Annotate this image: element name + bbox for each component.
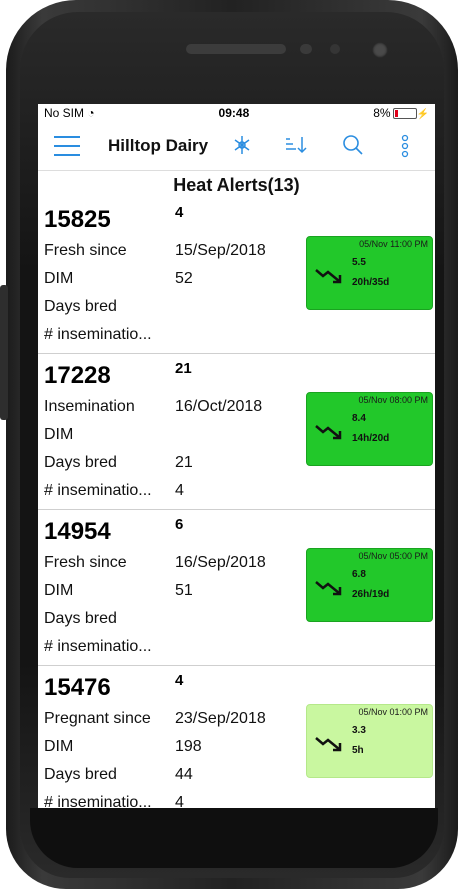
alert-range: 26h/19d: [352, 589, 390, 600]
cow-lactation: 21: [175, 360, 192, 377]
cow-lactation: 4: [175, 204, 184, 221]
info-value: 21: [175, 454, 193, 471]
cow-alert-card[interactable]: 14954 6 Fresh since 16/Sep/2018 DIM 51 Da…: [38, 510, 435, 666]
info-row: Fresh since 15/Sep/2018: [44, 242, 266, 260]
alert-value: 3.3: [352, 725, 366, 736]
info-value: 44: [175, 766, 193, 783]
phone-sensor-2: [330, 44, 340, 54]
trend-down-icon: [315, 269, 342, 284]
phone-sensor: [300, 44, 312, 54]
info-label: Insemination: [44, 398, 135, 415]
cow-id: 17228: [44, 362, 111, 389]
info-row: Days bred: [44, 610, 117, 628]
trend-down-icon: [315, 581, 342, 596]
info-row: # inseminatio... 4: [44, 794, 184, 808]
alert-range: 5h: [352, 745, 364, 756]
info-value: 16/Sep/2018: [175, 554, 266, 571]
alert-list: 15825 4 Fresh since 15/Sep/2018 DIM 52 Da…: [38, 198, 435, 808]
more-options-icon[interactable]: [400, 134, 410, 158]
info-row: # inseminatio...: [44, 326, 152, 344]
alert-value: 8.4: [352, 413, 366, 424]
info-row: DIM 51: [44, 582, 193, 600]
heat-alert-box[interactable]: 05/Nov 05:00 PM 6.8 26h/19d: [306, 548, 433, 622]
info-label: Days bred: [44, 610, 117, 627]
sort-icon[interactable]: [284, 134, 308, 156]
app-screen: No SIM ◔ 09:48 8% ⚡ Hilltop Dairy Heat A…: [38, 104, 435, 808]
info-row: # inseminatio...: [44, 638, 152, 656]
cow-id: 15825: [44, 206, 111, 233]
heat-alerts-title: Heat Alerts(13): [173, 175, 300, 195]
alert-value: 6.8: [352, 569, 366, 580]
info-row: Pregnant since 23/Sep/2018: [44, 710, 266, 728]
info-label: Pregnant since: [44, 710, 151, 727]
cow-lactation: 4: [175, 672, 184, 689]
app-toolbar: Hilltop Dairy: [38, 122, 435, 171]
info-label: Days bred: [44, 454, 117, 471]
info-value: 16/Oct/2018: [175, 398, 263, 415]
info-row: Days bred 44: [44, 766, 193, 784]
battery-icon: [392, 108, 417, 120]
info-row: DIM: [44, 426, 73, 444]
info-label: DIM: [44, 270, 74, 287]
alert-range: 20h/35d: [352, 277, 390, 288]
heat-alert-box[interactable]: 05/Nov 01:00 PM 3.3 5h: [306, 704, 433, 778]
info-row: DIM 52: [44, 270, 193, 288]
info-row: Days bred: [44, 298, 117, 316]
info-label: Fresh since: [44, 242, 127, 259]
info-row: Days bred 21: [44, 454, 193, 472]
info-row: # inseminatio... 4: [44, 482, 184, 500]
trend-down-icon: [315, 737, 342, 752]
hamburger-menu-icon[interactable]: [54, 136, 80, 156]
info-value: 4: [175, 794, 184, 808]
info-row: Fresh since 16/Sep/2018: [44, 554, 266, 572]
heat-alert-box[interactable]: 05/Nov 08:00 PM 8.4 14h/20d: [306, 392, 433, 466]
phone-camera: [372, 42, 388, 58]
info-value: 23/Sep/2018: [175, 710, 266, 727]
info-label: Days bred: [44, 298, 117, 315]
info-value: 4: [175, 482, 184, 499]
info-value: 52: [175, 270, 193, 287]
wifi-icon: ◔: [87, 106, 95, 120]
heat-alert-box[interactable]: 05/Nov 11:00 PM 5.5 20h/35d: [306, 236, 433, 310]
cow-alert-card[interactable]: 17228 21 Insemination 16/Oct/2018 DIM Day…: [38, 354, 435, 510]
alert-range: 14h/20d: [352, 433, 390, 444]
herd-filter-icon[interactable]: [231, 134, 253, 156]
phone-bottom-bezel: [30, 808, 438, 868]
cow-id: 14954: [44, 518, 111, 545]
info-label: # inseminatio...: [44, 326, 152, 343]
phone-side-button: [0, 285, 8, 420]
alert-time: 05/Nov 01:00 PM: [358, 707, 428, 717]
info-label: # inseminatio...: [44, 794, 152, 808]
info-label: # inseminatio...: [44, 482, 152, 499]
alert-time: 05/Nov 05:00 PM: [358, 551, 428, 561]
search-icon[interactable]: [342, 134, 364, 156]
info-label: Days bred: [44, 766, 117, 783]
info-row: Insemination 16/Oct/2018: [44, 398, 262, 416]
status-bar: No SIM ◔ 09:48 8% ⚡: [38, 104, 435, 122]
alert-time: 05/Nov 08:00 PM: [358, 395, 428, 405]
cow-lactation: 6: [175, 516, 184, 533]
farm-title[interactable]: Hilltop Dairy: [108, 136, 208, 156]
info-label: # inseminatio...: [44, 638, 152, 655]
info-label: DIM: [44, 582, 74, 599]
info-value: 198: [175, 738, 202, 755]
info-value: 15/Sep/2018: [175, 242, 266, 259]
info-row: DIM 198: [44, 738, 202, 756]
info-label: DIM: [44, 426, 74, 443]
cow-id: 15476: [44, 674, 111, 701]
trend-down-icon: [315, 425, 342, 440]
charging-icon: ⚡: [416, 109, 429, 120]
carrier-label: No SIM ◔: [44, 106, 95, 120]
phone-speaker: [186, 44, 286, 54]
status-time: 09:48: [218, 106, 250, 120]
info-label: Fresh since: [44, 554, 127, 571]
cow-alert-card[interactable]: 15476 4 Pregnant since 23/Sep/2018 DIM 19…: [38, 666, 435, 808]
cow-alert-card[interactable]: 15825 4 Fresh since 15/Sep/2018 DIM 52 Da…: [38, 198, 435, 354]
info-value: 51: [175, 582, 193, 599]
alert-time: 05/Nov 11:00 PM: [359, 239, 428, 249]
info-label: DIM: [44, 738, 74, 755]
alert-value: 5.5: [352, 257, 366, 268]
battery-indicator: 8% ⚡: [373, 106, 429, 120]
